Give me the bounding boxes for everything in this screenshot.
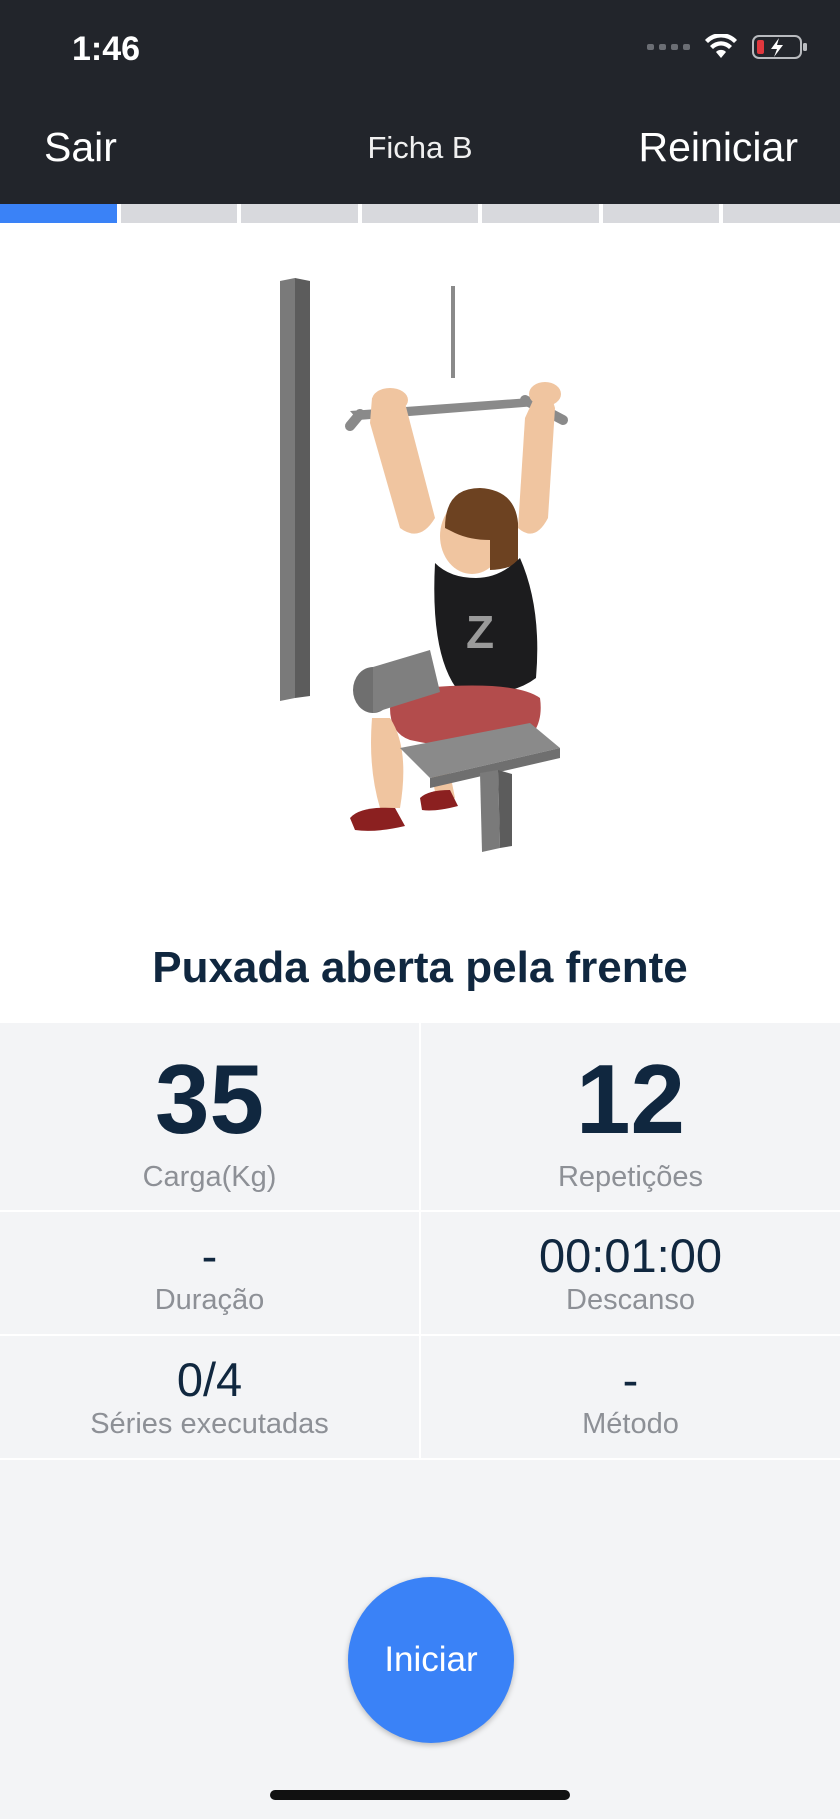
duration-value: - (201, 1229, 218, 1282)
progress-segment-2 (120, 204, 238, 223)
stats-row-primary: 35 Carga(Kg) 12 Repetições (0, 1023, 840, 1212)
duration-label: Duração (154, 1284, 265, 1316)
method-label: Método (582, 1408, 679, 1440)
lat-pulldown-illustration: Z (280, 278, 568, 852)
home-indicator (270, 1790, 570, 1800)
reps-value: 12 (575, 1044, 685, 1154)
progress-segment-6 (602, 204, 720, 223)
stats-row-time: - Duração 00:01:00 Descanso (0, 1212, 840, 1336)
rest-value: 00:01:00 (539, 1229, 722, 1282)
rest-label: Descanso (566, 1284, 695, 1316)
progress-segment-4 (361, 204, 479, 223)
progress-segment-5 (482, 204, 599, 223)
reps-label: Repetições (557, 1161, 704, 1193)
rest-stat: 00:01:00 Descanso (419, 1212, 840, 1334)
battery-charging-icon (752, 35, 807, 59)
method-stat: - Método (419, 1336, 840, 1458)
sets-value: 0/4 (176, 1353, 243, 1406)
exercise-hero: Z Puxada aberta pela frente (0, 223, 840, 1023)
wifi-icon (705, 34, 737, 58)
nav-bar: Sair Ficha B Reiniciar (0, 100, 840, 204)
progress-segment-7 (723, 204, 840, 223)
restart-button[interactable]: Reiniciar (639, 124, 799, 171)
method-value: - (622, 1353, 639, 1406)
load-value: 35 (154, 1044, 264, 1154)
progress-segment-1 (0, 204, 117, 223)
status-icons (647, 34, 808, 60)
load-label: Carga(Kg) (142, 1161, 277, 1193)
reps-stat: 12 Repetições (419, 1023, 840, 1210)
stats-row-sets: 0/4 Séries executadas - Método (0, 1336, 840, 1460)
sets-stat: 0/4 Séries executadas (0, 1336, 419, 1458)
status-time: 1:46 (72, 30, 141, 68)
exercise-progress-bar (0, 204, 840, 223)
progress-segment-3 (241, 204, 358, 223)
duration-stat: - Duração (0, 1212, 419, 1334)
sets-label: Séries executadas (90, 1408, 329, 1440)
load-stat: 35 Carga(Kg) (0, 1023, 419, 1210)
cellular-signal-icon (647, 44, 690, 50)
exercise-stats: 35 Carga(Kg) 12 Repetições - Duração 00:… (0, 1023, 840, 1460)
status-bar: 1:46 (0, 0, 840, 100)
shirt-logo: Z (466, 606, 494, 658)
start-button[interactable]: Iniciar (348, 1577, 514, 1743)
exercise-name: Puxada aberta pela frente (152, 943, 688, 992)
